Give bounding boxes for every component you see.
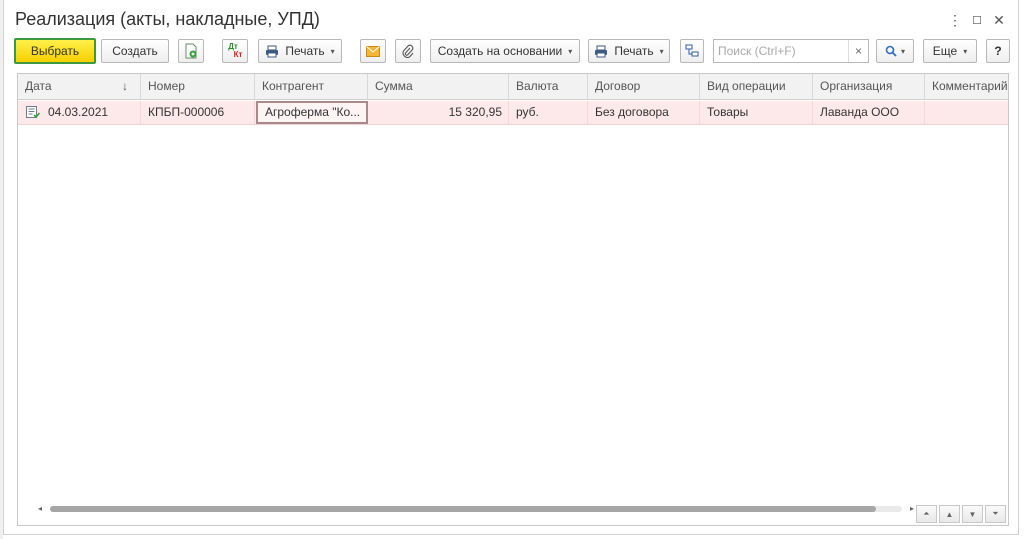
page-up-icon[interactable]: ▲ [939, 505, 960, 523]
go-to-last-icon[interactable]: ⏷ [985, 505, 1006, 523]
column-header-label: Дата [25, 79, 52, 93]
column-header-label: Вид операции [707, 79, 786, 93]
create-button[interactable]: Создать [101, 39, 169, 63]
cell-contract[interactable]: Без договора [588, 101, 700, 124]
search-placeholder: Поиск (Ctrl+F) [718, 44, 796, 58]
help-button[interactable]: ? [986, 39, 1010, 63]
printer-icon [266, 45, 279, 57]
hierarchy-icon [685, 44, 699, 57]
dt-kt-button[interactable]: Дт Кт [222, 39, 248, 63]
chevron-down-icon: ▾ [659, 46, 664, 56]
horizontal-scrollbar[interactable]: ◂ ▸ [36, 503, 916, 515]
magnifier-icon [885, 45, 897, 57]
column-header-label: Организация [820, 79, 893, 93]
print-secondary-button[interactable]: Печать ▾ [588, 39, 670, 63]
column-header-label: Сумма [375, 79, 413, 93]
cell-comment[interactable] [925, 101, 1008, 124]
copy-document-button[interactable] [178, 39, 204, 63]
column-header-comment[interactable]: Комментарий [925, 74, 1008, 99]
cell-amount[interactable]: 15 320,95 [368, 101, 509, 124]
chevron-down-icon: ▾ [568, 46, 573, 56]
cell-organization[interactable]: Лаванда ООО [813, 101, 925, 124]
help-button-label: ? [994, 44, 1002, 58]
column-header-contract[interactable]: Договор [588, 74, 700, 99]
more-button[interactable]: Еще ▾ [923, 39, 977, 63]
table-header: Дата ↓ Номер Контрагент Сумма Валюта Дог… [18, 74, 1008, 100]
search-field[interactable]: Поиск (Ctrl+F) × [713, 39, 869, 63]
column-header-amount[interactable]: Сумма [368, 74, 509, 99]
print-button[interactable]: Печать ▾ [258, 39, 342, 63]
column-header-operation[interactable]: Вид операции [700, 74, 813, 99]
print-secondary-label: Печать [614, 44, 654, 58]
column-header-label: Номер [148, 79, 185, 93]
send-email-button[interactable] [360, 39, 386, 63]
posted-document-icon [26, 106, 40, 119]
cell-date-text: 04.03.2021 [48, 105, 109, 119]
cell-number[interactable]: КПБП-000006 [141, 101, 255, 124]
create-based-on-label: Создать на основании [437, 44, 563, 58]
documents-table[interactable]: Дата ↓ Номер Контрагент Сумма Валюта Дог… [17, 73, 1009, 526]
select-button[interactable]: Выбрать [14, 38, 96, 64]
toolbar: Выбрать Создать Дт Кт Печать ▾ Создать н… [14, 38, 1010, 65]
window-controls: ⋮ ☐ ✕ [944, 9, 1010, 31]
selection-form-window: Реализация (акты, накладные, УПД) ⋮ ☐ ✕ … [3, 0, 1019, 535]
select-button-label: Выбрать [30, 44, 80, 58]
go-to-first-icon[interactable]: ⏶ [916, 505, 937, 523]
row-navigation: ⏶ ▲ ▼ ⏷ [914, 505, 1006, 523]
column-header-number[interactable]: Номер [141, 74, 255, 99]
cell-date[interactable]: 04.03.2021 [18, 101, 141, 124]
maximize-icon[interactable]: ☐ [966, 9, 988, 31]
table-row[interactable]: 04.03.2021 КПБП-000006 Агроферма "Ко... … [18, 101, 1008, 125]
chevron-down-icon: ▾ [900, 46, 905, 56]
column-header-label: Валюта [516, 79, 559, 93]
paperclip-icon [402, 44, 414, 58]
column-header-label: Договор [595, 79, 641, 93]
clear-search-icon[interactable]: × [848, 40, 868, 62]
copy-document-icon [185, 43, 197, 59]
form-title: Реализация (акты, накладные, УПД) [15, 9, 320, 29]
chevron-down-icon: ▾ [330, 46, 335, 56]
column-header-label: Комментарий [932, 79, 1008, 93]
cell-operation[interactable]: Товары [700, 101, 813, 124]
structure-button[interactable] [680, 39, 704, 63]
kt-label: Кт [233, 50, 243, 59]
column-header-currency[interactable]: Валюта [509, 74, 588, 99]
column-header-label: Контрагент [262, 79, 325, 93]
printer-icon [595, 45, 608, 57]
attach-file-button[interactable] [395, 39, 421, 63]
search-options-button[interactable]: ▾ [876, 39, 914, 63]
sort-descending-icon: ↓ [122, 79, 128, 93]
close-icon[interactable]: ✕ [988, 9, 1010, 31]
create-based-on-button[interactable]: Создать на основании ▾ [430, 39, 580, 63]
create-button-label: Создать [112, 44, 158, 58]
envelope-icon [366, 45, 380, 57]
print-button-label: Печать [285, 44, 325, 58]
chevron-down-icon: ▾ [963, 46, 968, 56]
more-actions-icon[interactable]: ⋮ [944, 9, 966, 31]
scroll-left-icon[interactable]: ◂ [38, 503, 42, 515]
column-header-date[interactable]: Дата ↓ [18, 74, 141, 99]
cell-currency[interactable]: руб. [509, 101, 588, 124]
column-header-organization[interactable]: Организация [813, 74, 925, 99]
more-button-label: Еще [932, 44, 958, 58]
cell-counterparty[interactable]: Агроферма "Ко... [256, 101, 368, 124]
column-header-counterparty[interactable]: Контрагент [255, 74, 368, 99]
page-down-icon[interactable]: ▼ [962, 505, 983, 523]
scroll-thumb[interactable] [50, 506, 876, 512]
